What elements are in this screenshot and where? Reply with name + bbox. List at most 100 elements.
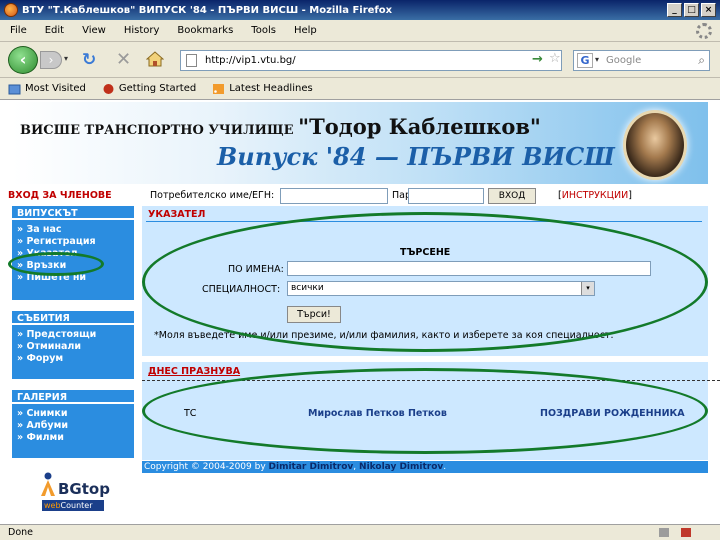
firefox-icon — [4, 3, 18, 17]
menu-view[interactable]: View — [82, 25, 106, 36]
bookmark-label: Latest Headlines — [229, 83, 313, 94]
window-title: ВТУ "Т.Каблешков" ВИПУСК '84 - ПЪРВИ ВИС… — [22, 4, 393, 16]
menu-file[interactable]: File — [10, 25, 27, 36]
banner-title: ВИСШЕ ТРАНСПОРТНО УЧИЛИЩЕ "Тодор Каблешк… — [20, 114, 541, 139]
login-button[interactable]: ВХОД — [488, 188, 536, 204]
menu-bookmarks[interactable]: Bookmarks — [177, 25, 233, 36]
sidebar-header: ВИПУСКЪТ — [12, 206, 134, 220]
bookmark-label: Most Visited — [25, 83, 86, 94]
specialty-label: СПЕЦИАЛНОСТ: — [202, 284, 281, 295]
copyright-bar: Copyright © 2004-2009 by Dimitar Dimitro… — [142, 461, 708, 473]
directory-panel: УКАЗАТЕЛ ТЪРСЕНЕ ПО ИМЕНА: СПЕЦИАЛНОСТ: … — [142, 206, 708, 356]
addon-icon[interactable] — [680, 527, 692, 538]
sidebar-item-upcoming[interactable]: Предстоящи — [17, 329, 129, 341]
search-input[interactable]: G ▾ Google ⌕ — [573, 50, 710, 71]
bookmark-star-icon[interactable]: ☆ — [549, 51, 561, 66]
sidebar-item-photos[interactable]: Снимки — [17, 408, 129, 420]
directory-header: УКАЗАТЕЛ — [148, 209, 206, 220]
reload-button[interactable]: ↻ — [82, 50, 96, 70]
status-bar: Done — [0, 524, 720, 540]
copyright-text: Copyright © 2004-2009 by — [144, 462, 269, 472]
history-dropdown-icon[interactable]: ▾ — [64, 54, 68, 63]
banner-title-prefix: ВИСШЕ ТРАНСПОРТНО УЧИЛИЩЕ — [20, 123, 299, 138]
sidebar-item-directory[interactable]: Указател — [17, 248, 129, 260]
sidebar-box-class: ВИПУСКЪТ За нас Регистрация Указател Връ… — [12, 206, 134, 300]
sidebar-item-films[interactable]: Филми — [17, 432, 129, 444]
bracket: ] — [628, 190, 632, 201]
banner-title-name: "Тодор Каблешков" — [298, 114, 541, 139]
forward-button[interactable]: › — [40, 51, 62, 69]
password-input[interactable] — [408, 188, 484, 204]
stop-button[interactable]: ✕ — [116, 49, 131, 70]
birthday-header: ДНЕС ПРАЗНУВА — [148, 366, 241, 377]
sidebar-item-albums[interactable]: Албуми — [17, 420, 129, 432]
bgtop-counter-logo[interactable]: BGtop webCounter — [36, 470, 110, 514]
rss-icon — [213, 83, 225, 94]
url-text: http://vip1.vtu.bg/ — [205, 55, 296, 66]
back-button[interactable]: ‹ — [8, 46, 38, 74]
specialty-value: всички — [291, 283, 324, 293]
sidebar-item-about[interactable]: За нас — [17, 224, 129, 236]
author-link[interactable]: Dimitar Dimitrov — [269, 462, 354, 472]
sidebar-item-past[interactable]: Отминали — [17, 341, 129, 353]
search-placeholder: Google — [606, 55, 642, 66]
counter-word: Counter — [60, 501, 93, 510]
folder-icon — [8, 84, 21, 94]
close-button[interactable]: × — [701, 3, 716, 17]
birthday-name-link[interactable]: Мирослав Петков Петков — [308, 408, 447, 419]
page-icon — [186, 54, 197, 67]
home-icon[interactable] — [146, 51, 164, 67]
bookmark-label: Getting Started — [118, 83, 197, 94]
window-controls: _ □ × — [667, 3, 716, 17]
portrait-image — [623, 110, 687, 180]
menu-bar: File Edit View History Bookmarks Tools H… — [0, 20, 720, 42]
specialty-select[interactable]: всички ▾ — [287, 281, 595, 296]
sidebar-item-links[interactable]: Връзки — [17, 260, 129, 272]
instructions: [ИНСТРУКЦИИ] — [558, 190, 632, 201]
login-row: ВХОД ЗА ЧЛЕНОВЕ Потребителско име/ЕГН: П… — [8, 188, 712, 206]
throbber-icon — [696, 23, 712, 39]
username-input[interactable] — [280, 188, 388, 204]
counter-brand: BGtop — [58, 480, 110, 498]
firefox-icon — [103, 83, 114, 94]
page-viewport: ВИСШЕ ТРАНСПОРТНО УЧИЛИЩЕ "Тодор Каблешк… — [0, 100, 720, 524]
addon-icon[interactable] — [658, 527, 670, 538]
congratulate-link[interactable]: ПОЗДРАВИ РОЖДЕННИКА — [540, 408, 685, 419]
go-icon[interactable]: → — [532, 52, 543, 67]
bookmark-most-visited[interactable]: Most Visited — [8, 83, 86, 95]
bookmark-latest-headlines[interactable]: Latest Headlines — [212, 83, 313, 95]
menu-history[interactable]: History — [124, 25, 160, 36]
sidebar-box-gallery: ГАЛЕРИЯ Снимки Албуми Филми — [12, 390, 134, 458]
bookmark-getting-started[interactable]: Getting Started — [102, 83, 196, 95]
minimize-button[interactable]: _ — [667, 3, 682, 17]
period: . — [443, 462, 447, 472]
sidebar-item-register[interactable]: Регистрация — [17, 236, 129, 248]
dashed-divider — [142, 380, 720, 381]
sidebar-header: ГАЛЕРИЯ — [12, 390, 134, 404]
engine-dropdown-icon[interactable]: ▾ — [595, 55, 599, 64]
menu-help[interactable]: Help — [294, 25, 317, 36]
sidebar-item-forum[interactable]: Форум — [17, 353, 129, 365]
menu-tools[interactable]: Tools — [251, 25, 276, 36]
search-button[interactable]: Търси! — [287, 306, 341, 323]
google-icon[interactable]: G — [577, 53, 593, 68]
name-input[interactable] — [287, 261, 651, 276]
person-icon — [41, 472, 55, 496]
menu-edit[interactable]: Edit — [45, 25, 64, 36]
birthday-panel: ДНЕС ПРАЗНУВА ТС Мирослав Петков Петков … — [142, 362, 720, 460]
divider — [146, 221, 702, 222]
sidebar-item-contact[interactable]: Пишете ни — [17, 272, 129, 284]
navigation-toolbar: ‹ › ▾ ↻ ✕ http://vip1.vtu.bg/ → ☆ G ▾ Go… — [0, 42, 720, 78]
author-link[interactable]: Nikolay Dimitrov — [359, 462, 443, 472]
search-title: ТЪРСЕНЕ — [400, 247, 451, 258]
site-banner: ВИСШЕ ТРАНСПОРТНО УЧИЛИЩЕ "Тодор Каблешк… — [12, 102, 708, 184]
url-bar[interactable]: http://vip1.vtu.bg/ — [180, 50, 562, 71]
chevron-down-icon[interactable]: ▾ — [581, 282, 594, 295]
instructions-link[interactable]: ИНСТРУКЦИИ — [562, 190, 629, 201]
maximize-button[interactable]: □ — [684, 3, 699, 17]
name-label: ПО ИМЕНА: — [228, 264, 284, 275]
sidebar-box-events: СЪБИТИЯ Предстоящи Отминали Форум — [12, 311, 134, 379]
counter-label: webCounter — [42, 500, 104, 511]
birthday-specialty: ТС — [184, 408, 197, 419]
magnifier-icon[interactable]: ⌕ — [698, 53, 705, 68]
